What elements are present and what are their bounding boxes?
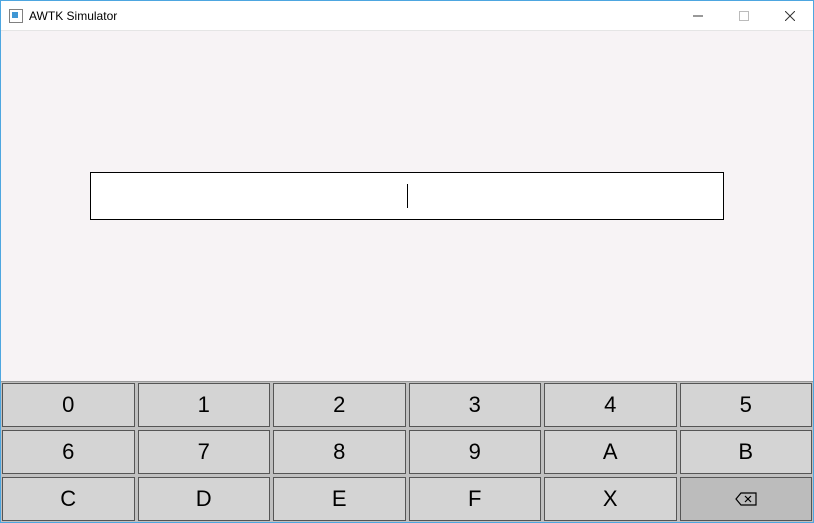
keyboard: 0 1 2 3 4 5 6 7 8 9 A B C D E F X [1,381,813,522]
backspace-icon [735,492,757,506]
window: AWTK Simulator 0 1 2 3 4 5 [0,0,814,523]
key-backspace[interactable] [680,477,813,521]
close-button[interactable] [767,1,813,30]
key-7[interactable]: 7 [138,430,271,474]
key-e[interactable]: E [273,477,406,521]
key-d[interactable]: D [138,477,271,521]
key-1[interactable]: 1 [138,383,271,427]
key-f[interactable]: F [409,477,542,521]
app-icon [9,9,23,23]
key-row-2: C D E F X [2,477,812,521]
key-3[interactable]: 3 [409,383,542,427]
key-c[interactable]: C [2,477,135,521]
key-9[interactable]: 9 [409,430,542,474]
key-a[interactable]: A [544,430,677,474]
key-x[interactable]: X [544,477,677,521]
titlebar: AWTK Simulator [1,1,813,31]
key-5[interactable]: 5 [680,383,813,427]
minimize-button[interactable] [675,1,721,30]
key-2[interactable]: 2 [273,383,406,427]
text-input[interactable] [90,172,724,220]
key-4[interactable]: 4 [544,383,677,427]
key-row-1: 6 7 8 9 A B [2,430,812,474]
window-controls [675,1,813,30]
key-6[interactable]: 6 [2,430,135,474]
key-8[interactable]: 8 [273,430,406,474]
window-title: AWTK Simulator [29,9,675,23]
key-b[interactable]: B [680,430,813,474]
key-row-0: 0 1 2 3 4 5 [2,383,812,427]
maximize-button[interactable] [721,1,767,30]
text-cursor [407,184,408,208]
content-area [1,31,813,381]
key-0[interactable]: 0 [2,383,135,427]
